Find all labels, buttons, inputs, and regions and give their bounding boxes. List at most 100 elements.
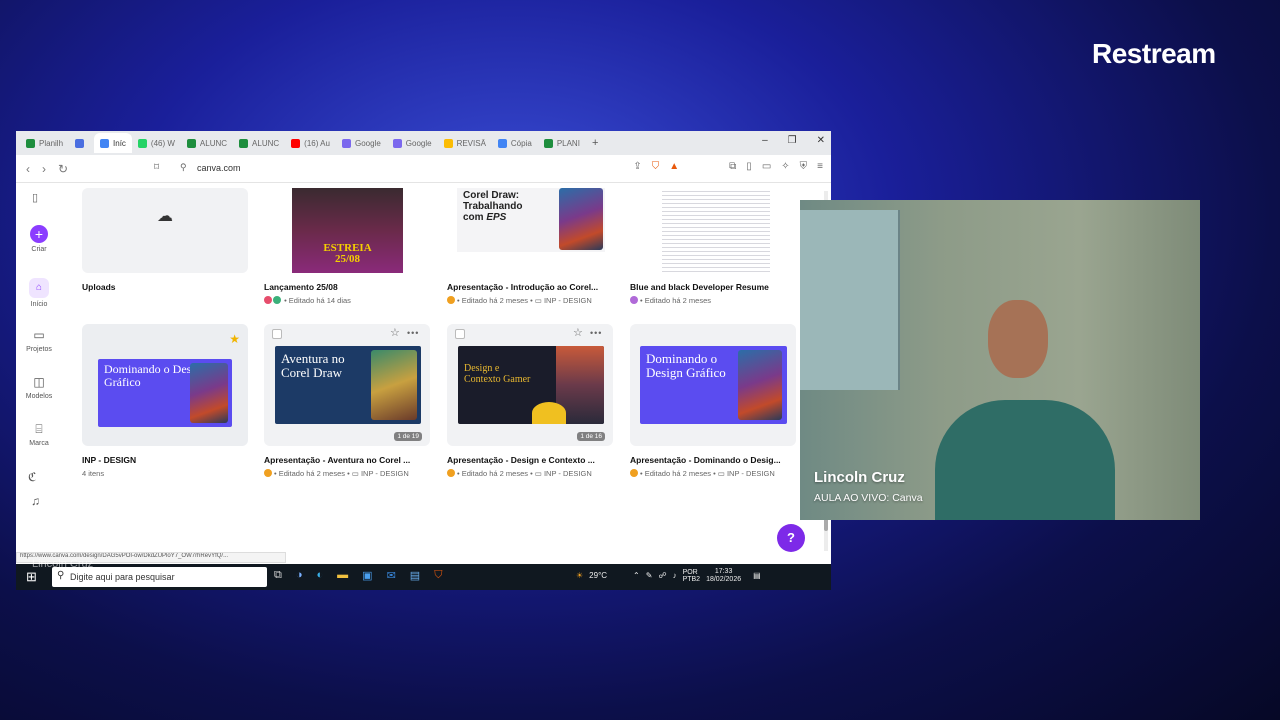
tab-label: (46) W xyxy=(150,138,175,148)
notifications-icon[interactable]: ♫ xyxy=(31,494,40,508)
tab-favicon-icon xyxy=(137,138,147,148)
slide-preview: Aventura no Corel Draw xyxy=(275,346,421,424)
screen-share-name-overlay: Lincoln Cruz xyxy=(32,558,94,570)
folder-icon: ▭ xyxy=(33,328,45,342)
poster-text: ESTREIA 25/08 xyxy=(323,242,372,265)
edge-icon[interactable]: ◐ xyxy=(317,569,324,582)
design-thumbnail xyxy=(630,188,796,273)
minimize-icon[interactable]: – xyxy=(762,135,768,146)
browser-tab[interactable]: REVISÃ xyxy=(438,133,492,153)
browser-tab[interactable]: PLANI xyxy=(538,133,586,153)
language-indicator[interactable]: POR PTB2 xyxy=(683,569,701,583)
sidebar-toggle-icon[interactable]: ▯ xyxy=(746,161,752,172)
share-icon[interactable]: ⇪ xyxy=(633,161,641,172)
weather-icon[interactable]: ☀ xyxy=(576,571,583,580)
folder-icon: ▭ xyxy=(351,469,361,478)
menu-icon[interactable]: ≡ xyxy=(817,161,823,172)
collapse-sidebar-icon[interactable]: ▯ xyxy=(32,191,38,204)
clock[interactable]: 17:33 18/02/2026 xyxy=(706,568,741,583)
network-icon[interactable]: ☍ xyxy=(658,571,666,580)
card-title: Uploads xyxy=(82,282,116,292)
windows-start-icon[interactable]: ⊞ xyxy=(26,569,37,585)
canva-sidebar: ▯ + Criar ⌂ Início ▭ Projetos ◫ Modelos … xyxy=(16,183,62,590)
mail-icon[interactable]: ✉ xyxy=(387,569,396,582)
tab-favicon-icon xyxy=(239,138,249,148)
design-thumbnail: Dominando o Design Gráfico xyxy=(630,324,796,446)
brave-shield-icon[interactable]: ⛉ xyxy=(652,161,660,172)
star-icon[interactable]: ☆ xyxy=(573,326,583,339)
slide-preview: Dominando o Design Gráfico xyxy=(98,359,232,427)
copilot-icon[interactable]: ◑ xyxy=(296,569,303,582)
sidebar-item-modelos[interactable]: ◫ Modelos xyxy=(16,373,62,400)
sidebar-item-criar[interactable]: + Criar xyxy=(16,225,62,253)
select-checkbox[interactable] xyxy=(455,329,465,339)
restream-logo: Restream xyxy=(1092,38,1216,69)
search-icon: ⚲ xyxy=(57,570,65,581)
star-icon[interactable]: ☆ xyxy=(390,326,400,339)
sidebar-item-projetos[interactable]: ▭ Projetos xyxy=(16,326,62,353)
browser-tab[interactable]: ALUNC xyxy=(181,133,233,153)
canva-apps-icon[interactable]: ℭ xyxy=(28,470,36,484)
site-settings-icon[interactable]: ⚲ xyxy=(180,162,187,173)
close-icon[interactable]: ✕ xyxy=(817,135,825,146)
tab-favicon-icon xyxy=(75,138,85,148)
poster-image: ESTREIA 25/08 xyxy=(292,188,403,273)
browser-tab[interactable]: (16) Au xyxy=(285,133,336,153)
leo-ai-icon[interactable]: ✧ xyxy=(781,161,789,172)
browser-tab[interactable]: Cópia xyxy=(492,133,538,153)
weather-temp[interactable]: 29°C xyxy=(589,571,607,580)
sidebar-item-inicio[interactable]: ⌂ Início xyxy=(16,278,62,308)
card-meta: 4 itens xyxy=(82,469,105,478)
card-meta: • Editado há 14 dias xyxy=(264,296,434,305)
file-explorer-icon[interactable]: ▬ xyxy=(337,569,348,582)
url-field[interactable]: canva.com xyxy=(197,163,241,173)
browser-tab[interactable]: Google xyxy=(336,133,387,153)
tab-favicon-icon xyxy=(497,138,507,148)
browser-tab[interactable] xyxy=(69,133,94,153)
reload-icon[interactable]: ↻ xyxy=(58,162,68,176)
sidebar-item-marca[interactable]: ⌸ Marca xyxy=(16,420,62,447)
browser-tab[interactable]: Google xyxy=(387,133,438,153)
slide-preview: Corel Draw: Trabalhando com EPS xyxy=(457,188,605,252)
presenter-body xyxy=(935,400,1115,520)
tab-label: Google xyxy=(405,138,432,148)
help-button[interactable]: ? xyxy=(777,524,805,552)
card-title: Apresentação - Dominando o Desig... xyxy=(630,455,781,465)
extensions-icon[interactable]: ⧉ xyxy=(729,161,736,172)
back-icon[interactable]: ‹ xyxy=(26,162,30,176)
tray-chevron-icon[interactable]: ⌃ xyxy=(633,571,640,580)
more-options-icon[interactable]: ••• xyxy=(407,328,419,338)
uploads-thumbnail: ☁ xyxy=(82,188,248,273)
vpn-icon[interactable]: ⛨ xyxy=(800,161,808,172)
browser-tab[interactable]: ALUNC xyxy=(233,133,285,153)
address-bar: ‹ › ↻ ⌑ ⚲ canva.com ⇪ ⛉ ▲ ⧉ ▯ ▭ ✧ ⛨ ≡ xyxy=(16,155,831,183)
camera-feed: Lincoln Cruz AULA AO VIVO: Canva xyxy=(800,200,1200,520)
design-thumbnail: ESTREIA 25/08 xyxy=(264,188,430,273)
brave-icon[interactable]: ⛉ xyxy=(434,569,442,582)
task-view-icon[interactable]: ⧉ xyxy=(274,569,282,582)
taskbar-search[interactable]: ⚲ Digite aqui para pesquisar xyxy=(52,567,267,587)
wallet-icon[interactable]: ▭ xyxy=(762,161,771,172)
browser-tab[interactable]: Iníc xyxy=(94,133,132,153)
app-icon[interactable]: ▤ xyxy=(410,569,420,582)
brave-rewards-icon[interactable]: ▲ xyxy=(669,161,679,172)
tab-label: REVISÃ xyxy=(456,138,486,148)
browser-tab[interactable]: Planilh xyxy=(20,133,69,153)
bookmark-icon[interactable]: ⌑ xyxy=(154,162,159,173)
forward-icon[interactable]: › xyxy=(42,162,46,176)
cloud-upload-icon: ☁ xyxy=(157,208,173,225)
restore-icon[interactable]: ❐ xyxy=(788,135,797,146)
starred-icon[interactable]: ★ xyxy=(229,332,240,346)
home-icon: ⌂ xyxy=(29,278,49,298)
pen-icon[interactable]: ✎ xyxy=(646,571,653,580)
card-meta: • Editado há 2 meses • ▭ INP - DESIGN xyxy=(447,296,617,305)
card-title: Apresentação - Aventura no Corel ... xyxy=(264,455,411,465)
select-checkbox[interactable] xyxy=(272,329,282,339)
notification-center-icon[interactable]: ▤ xyxy=(753,571,761,580)
new-tab-button[interactable]: + xyxy=(592,137,598,149)
volume-icon[interactable]: ♪ xyxy=(673,571,677,580)
browser-tab[interactable]: (46) W xyxy=(132,133,181,153)
store-icon[interactable]: ▣ xyxy=(362,569,372,582)
tab-label: Google xyxy=(354,138,381,148)
more-options-icon[interactable]: ••• xyxy=(590,328,602,338)
